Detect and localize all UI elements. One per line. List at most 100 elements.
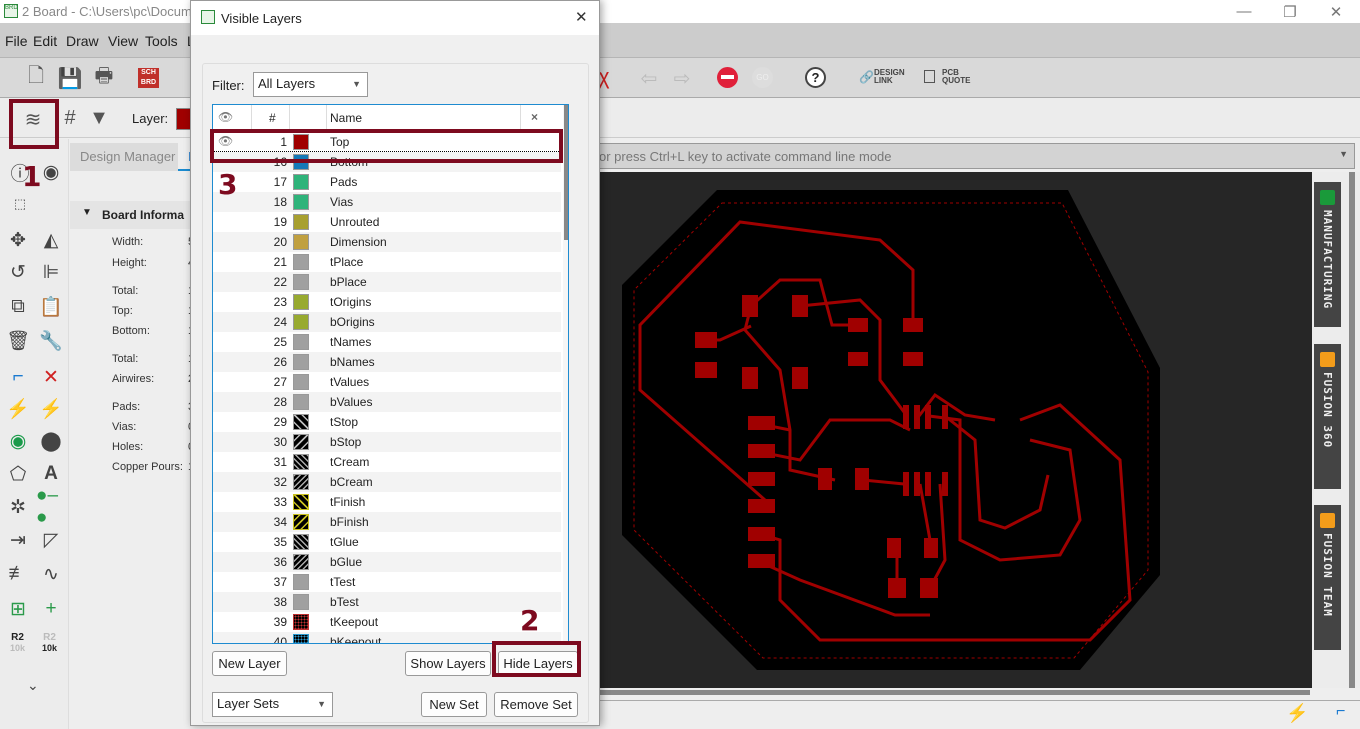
restore-button[interactable]: ❐ <box>1267 0 1313 23</box>
board-canvas[interactable] <box>598 172 1312 688</box>
layer-row[interactable]: 32 bCream <box>213 472 561 492</box>
value-tool[interactable]: R2 10k <box>42 633 57 654</box>
route-icon[interactable]: ⌐ <box>3 362 33 392</box>
save-icon[interactable]: 💾 <box>57 64 83 92</box>
tab-design-manager[interactable]: Design Manager <box>70 143 186 171</box>
layer-color-swatch[interactable] <box>293 414 309 430</box>
layer-color-swatch[interactable] <box>293 274 309 290</box>
layer-row[interactable]: 21 tPlace <box>213 252 561 272</box>
signal-icon[interactable]: ✲ <box>3 492 33 522</box>
help-icon[interactable]: ? <box>805 67 826 88</box>
layer-color-swatch[interactable] <box>293 174 309 190</box>
chevron-down-icon[interactable]: ▼ <box>1339 149 1348 159</box>
column-number[interactable]: # <box>269 111 276 125</box>
menu-edit[interactable]: Edit <box>33 33 57 49</box>
layer-row[interactable]: 37 tTest <box>213 572 561 592</box>
layer-row[interactable]: 29 tStop <box>213 412 561 432</box>
layer-sets-select[interactable]: Layer Sets ▼ <box>212 692 333 717</box>
tab-fusion-360[interactable]: FUSION 360 <box>1314 344 1341 489</box>
align-icon[interactable]: ⊫ <box>36 257 66 287</box>
layer-row[interactable]: 25 tNames <box>213 332 561 352</box>
layer-row[interactable]: 17 Pads <box>213 172 561 192</box>
fanout-icon[interactable]: ⚡ <box>36 394 66 424</box>
copy-icon[interactable]: ⧉ <box>3 292 33 322</box>
layer-row[interactable]: 22 bPlace <box>213 272 561 292</box>
layer-color-swatch[interactable] <box>293 334 309 350</box>
layer-row[interactable]: 23 tOrigins <box>213 292 561 312</box>
net-port-icon[interactable]: ⇥ <box>3 525 33 555</box>
layer-color-swatch[interactable] <box>293 374 309 390</box>
layer-row[interactable]: 24 bOrigins <box>213 312 561 332</box>
move-icon[interactable]: ✥ <box>3 225 33 255</box>
menu-tools[interactable]: Tools <box>145 33 178 49</box>
undo-icon[interactable]: ⇦ <box>637 66 661 90</box>
layer-row[interactable]: 34 bFinish <box>213 512 561 532</box>
dialog-close-button[interactable]: ✕ <box>575 8 588 26</box>
drc-lightning-icon[interactable]: ⚡ <box>1286 703 1308 724</box>
print-icon[interactable]: 🖶 <box>91 64 117 92</box>
layer-color-swatch[interactable] <box>293 214 309 230</box>
layer-color-swatch[interactable] <box>293 634 309 643</box>
layer-color-swatch[interactable] <box>293 534 309 550</box>
layer-row[interactable]: 20 Dimension <box>213 232 561 252</box>
redo-icon[interactable]: ⇨ <box>670 66 694 90</box>
expand-more-icon[interactable]: ⌄ <box>27 677 39 694</box>
autoroute-status-icon[interactable]: ⌐ <box>1336 703 1345 721</box>
paste-icon[interactable]: 📋 <box>36 292 66 322</box>
pcb-quote-button[interactable]: PCB QUOTE <box>942 69 974 85</box>
stop-icon[interactable] <box>717 67 738 88</box>
split-icon[interactable]: ≢ <box>3 559 33 589</box>
new-set-button[interactable]: New Set <box>421 692 487 717</box>
design-link-button[interactable]: DESIGN LINK <box>874 69 914 85</box>
layer-color-swatch[interactable] <box>293 194 309 210</box>
add-part-icon[interactable]: ⊞ <box>3 594 33 624</box>
layer-color-swatch[interactable] <box>293 594 309 610</box>
layer-color-swatch[interactable] <box>293 394 309 410</box>
mirror-icon[interactable]: ◭ <box>36 225 66 255</box>
autorouter-icon[interactable]: ⚡ <box>3 394 33 424</box>
table-scrollbar-track[interactable] <box>563 105 568 643</box>
new-layer-button[interactable]: New Layer <box>212 651 287 676</box>
show-layers-button[interactable]: Show Layers <box>405 651 491 676</box>
layer-row[interactable]: 38 bTest <box>213 592 561 612</box>
wrench-icon[interactable]: 🔧 <box>36 326 66 356</box>
tab-fusion-team[interactable]: FUSION TEAM <box>1314 505 1341 650</box>
layer-color-swatch[interactable] <box>293 614 309 630</box>
menu-draw[interactable]: Draw <box>66 33 99 49</box>
eye-column-icon[interactable]: 👁 <box>218 110 233 124</box>
polygon-icon[interactable]: ⬠ <box>3 459 33 489</box>
layer-color-swatch[interactable] <box>293 474 309 490</box>
new-file-icon[interactable]: 🗋 <box>22 64 50 92</box>
minimize-button[interactable]: — <box>1221 0 1267 23</box>
layer-row[interactable]: 35 tGlue <box>213 532 561 552</box>
close-button[interactable]: ✕ <box>1313 0 1359 23</box>
layer-color-swatch[interactable] <box>293 514 309 530</box>
layer-row[interactable]: 33 tFinish <box>213 492 561 512</box>
layer-color-swatch[interactable] <box>293 314 309 330</box>
meander-icon[interactable]: ∿ <box>36 559 66 589</box>
layer-row[interactable]: 27 tValues <box>213 372 561 392</box>
layer-row[interactable]: 19 Unrouted <box>213 212 561 232</box>
via-icon[interactable]: ◉ <box>3 426 33 456</box>
wire-icon[interactable]: ●–● <box>36 485 66 528</box>
layer-row[interactable]: 30 bStop <box>213 432 561 452</box>
layer-color-swatch[interactable] <box>293 294 309 310</box>
table-scrollbar-thumb[interactable] <box>564 105 568 240</box>
vertical-scrollbar[interactable] <box>1349 172 1355 688</box>
ripup-icon[interactable]: ✕ <box>36 362 66 392</box>
miter-icon[interactable]: ◸ <box>36 525 66 555</box>
layer-row[interactable]: 39 tKeepout <box>213 612 561 632</box>
layer-row[interactable]: 31 tCream <box>213 452 561 472</box>
delete-icon[interactable]: 🗑 <box>3 326 33 356</box>
layer-color-swatch[interactable] <box>293 234 309 250</box>
go-button[interactable]: GO <box>752 67 773 88</box>
horizontal-scrollbar[interactable] <box>598 690 1310 695</box>
command-line-input[interactable]: or press Ctrl+L key to activate command … <box>598 143 1355 169</box>
hole-icon[interactable]: ⬤ <box>36 426 66 456</box>
layer-row[interactable]: 18 Vias <box>213 192 561 212</box>
name-tool[interactable]: R2 10k <box>10 633 25 654</box>
layer-color-swatch[interactable] <box>293 494 309 510</box>
add-gate-icon[interactable]: + <box>36 594 66 624</box>
layer-color-swatch[interactable] <box>293 434 309 450</box>
filter-icon[interactable]: ▼ <box>87 104 111 132</box>
